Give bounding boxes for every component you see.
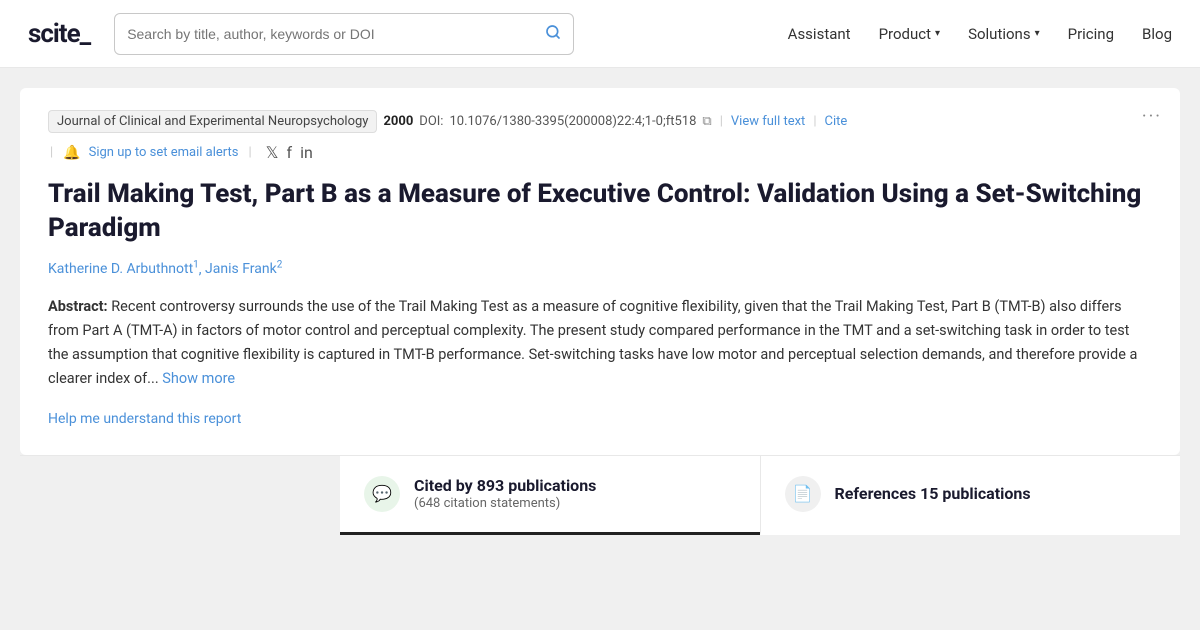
nav-pricing[interactable]: Pricing <box>1068 25 1114 43</box>
references-text-group: References 15 publications <box>835 484 1031 503</box>
stats-bar: 💬 Cited by 893 publications (648 citatio… <box>20 455 1180 535</box>
navbar: scite_ Assistant Product ▾ Solutions ▾ P… <box>0 0 1200 68</box>
doi-value: 10.1076/1380-3395(200008)22:4;1-0;ft518 <box>449 114 696 129</box>
site-logo[interactable]: scite_ <box>28 19 90 49</box>
nav-product[interactable]: Product ▾ <box>879 25 940 43</box>
doi-label: DOI: <box>419 114 443 129</box>
author-2-sup: 2 <box>277 260 283 271</box>
author-1-sup: 1 <box>193 260 199 271</box>
cited-by-icon: 💬 <box>364 476 400 512</box>
main-content: ··· Journal of Clinical and Experimental… <box>0 68 1200 630</box>
copy-icon[interactable]: ⧉ <box>702 114 711 129</box>
product-chevron-icon: ▾ <box>935 28 940 39</box>
article-title: Trail Making Test, Part B as a Measure o… <box>48 178 1152 246</box>
nav-links: Assistant Product ▾ Solutions ▾ Pricing … <box>788 25 1172 43</box>
linkedin-icon[interactable]: in <box>300 143 313 162</box>
stats-content: 💬 Cited by 893 publications (648 citatio… <box>340 456 1180 535</box>
cited-by-block[interactable]: 💬 Cited by 893 publications (648 citatio… <box>340 456 760 535</box>
search-bar[interactable] <box>114 13 574 55</box>
search-input[interactable] <box>127 26 537 42</box>
article-card: ··· Journal of Clinical and Experimental… <box>20 88 1180 455</box>
meta-line: Journal of Clinical and Experimental Neu… <box>48 110 1152 133</box>
nav-assistant[interactable]: Assistant <box>788 25 851 43</box>
author-1[interactable]: Katherine D. Arbuthnott1 <box>48 261 199 277</box>
bell-icon: 🔔 <box>63 145 80 161</box>
stats-spacer <box>20 456 340 535</box>
cited-by-text-group: Cited by 893 publications (648 citation … <box>414 476 596 511</box>
alert-line: | 🔔 Sign up to set email alerts | 𝕏 f in <box>48 143 1152 162</box>
twitter-icon[interactable]: 𝕏 <box>266 143 279 162</box>
alert-pipe-left: | <box>50 145 53 160</box>
show-more-link[interactable]: Show more <box>162 370 235 387</box>
references-icon: 📄 <box>785 476 821 512</box>
search-icon <box>545 24 561 44</box>
cited-by-sub: (648 citation statements) <box>414 496 596 511</box>
help-link[interactable]: Help me understand this report <box>48 411 241 427</box>
separator-2: | <box>813 114 816 129</box>
abstract-block: Abstract: Recent controversy surrounds t… <box>48 295 1152 391</box>
view-full-text-link[interactable]: View full text <box>731 114 805 129</box>
alert-pipe-right: | <box>248 145 251 160</box>
abstract-label: Abstract: <box>48 298 108 315</box>
cite-link[interactable]: Cite <box>825 114 848 129</box>
cited-by-main: Cited by 893 publications <box>414 476 596 495</box>
social-icons: 𝕏 f in <box>266 143 313 162</box>
journal-name: Journal of Clinical and Experimental Neu… <box>48 110 377 133</box>
separator-1: | <box>720 114 723 129</box>
solutions-chevron-icon: ▾ <box>1035 28 1040 39</box>
publication-year: 2000 <box>383 114 413 129</box>
more-options-button[interactable]: ··· <box>1142 106 1162 127</box>
author-2[interactable]: Janis Frank2 <box>205 261 282 277</box>
facebook-icon[interactable]: f <box>287 143 293 162</box>
references-main: References 15 publications <box>835 484 1031 503</box>
nav-solutions[interactable]: Solutions ▾ <box>968 25 1040 43</box>
references-block[interactable]: 📄 References 15 publications <box>760 456 1181 535</box>
authors-line: Katherine D. Arbuthnott1, Janis Frank2 <box>48 260 1152 278</box>
email-alert-link[interactable]: Sign up to set email alerts <box>89 145 239 160</box>
nav-blog[interactable]: Blog <box>1142 25 1172 43</box>
